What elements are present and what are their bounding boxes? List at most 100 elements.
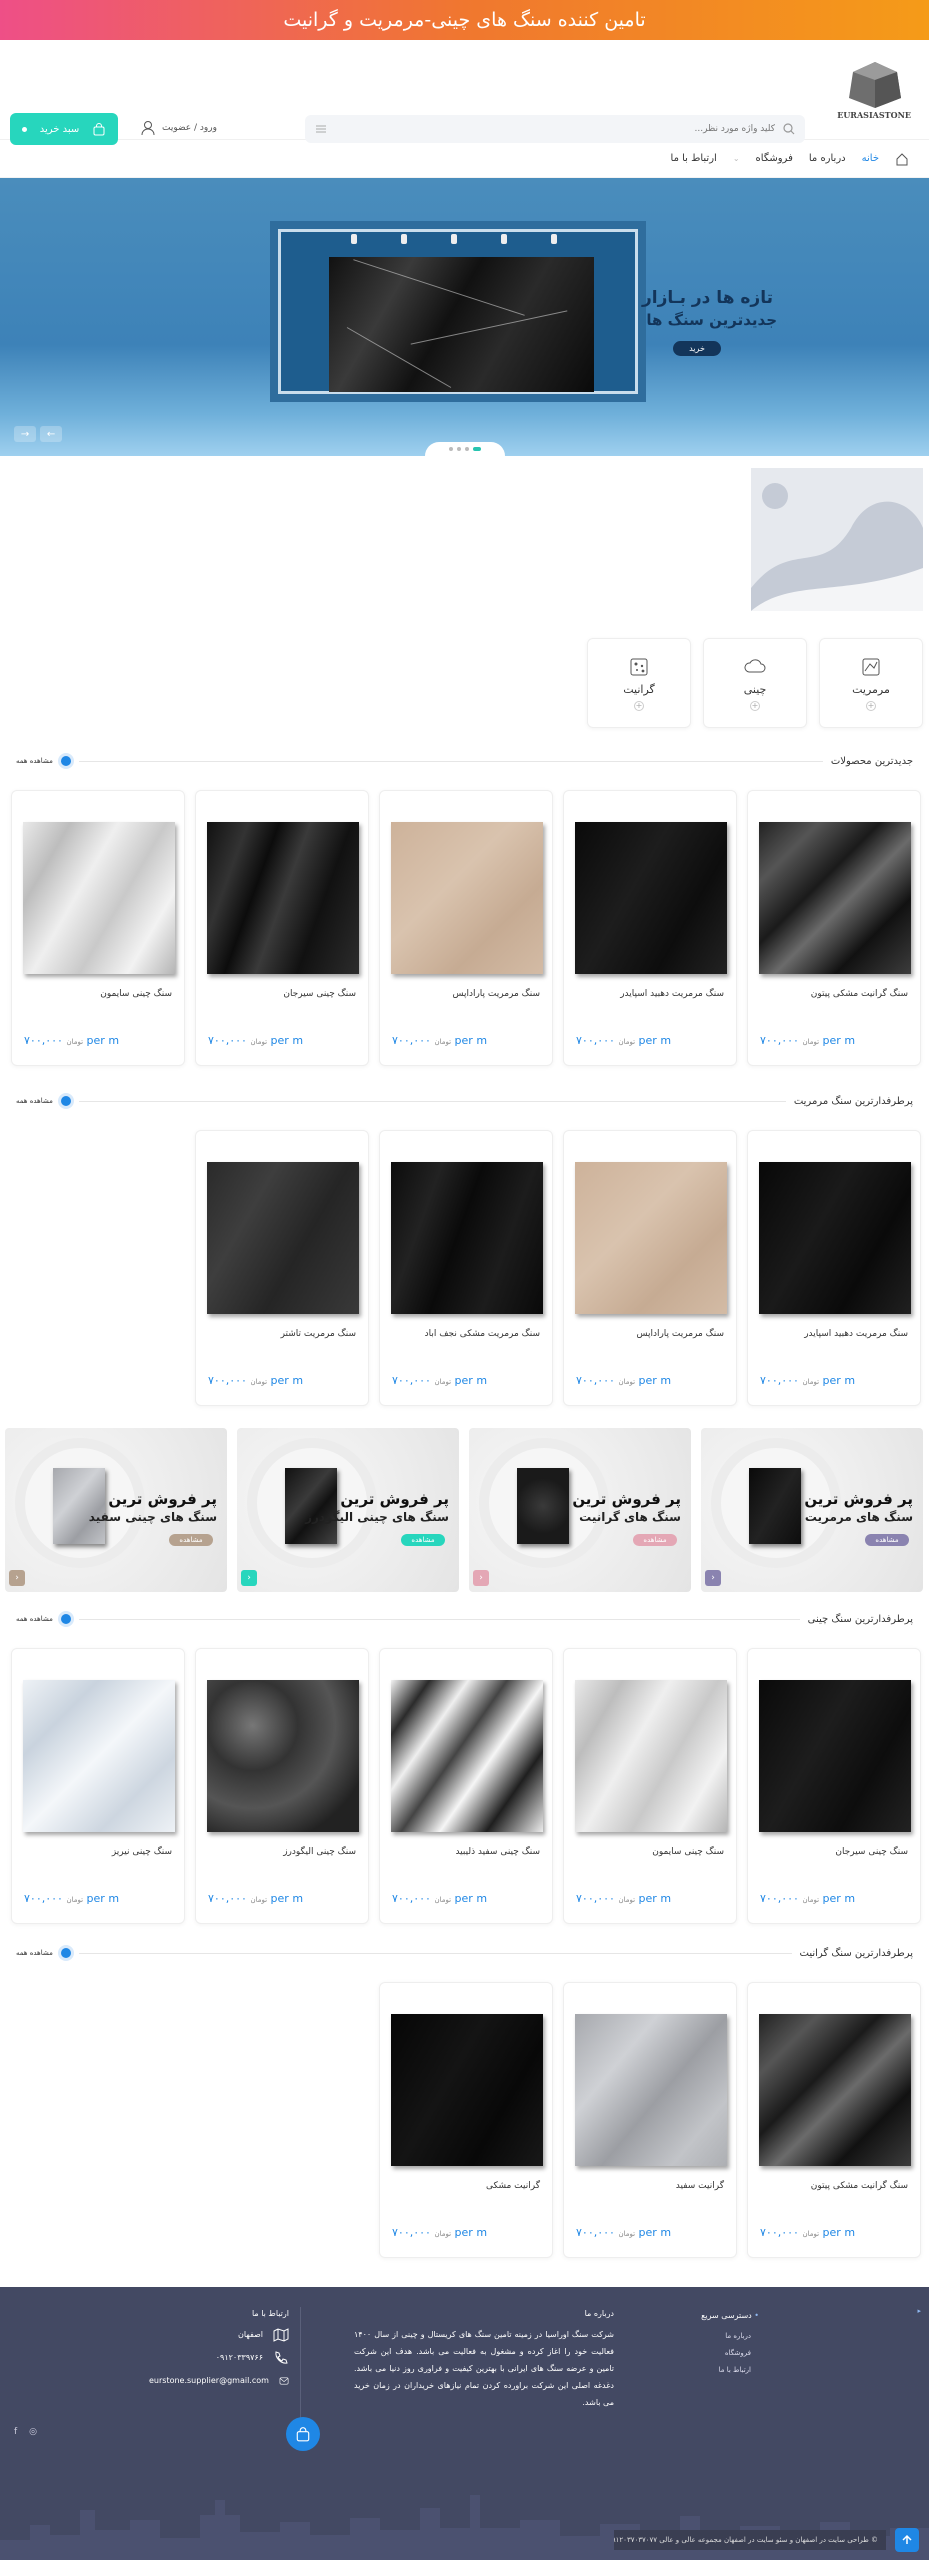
product-card[interactable]: سنگ چینی الیگودرز per m تومان ۷۰۰,۰۰۰ — [195, 1648, 369, 1924]
footer-link-shop[interactable]: فروشگاه — [701, 2345, 759, 2362]
scroll-top-button[interactable] — [895, 2528, 919, 2552]
product-image[interactable] — [207, 822, 359, 974]
filter-icon[interactable] — [315, 124, 327, 134]
product-name[interactable]: سنگ گرانیت مشکی پیتون — [811, 2181, 908, 2191]
promo-see-button[interactable]: مشاهده — [401, 1534, 445, 1546]
product-card[interactable]: سنگ چینی سایمون per m تومان ۷۰۰,۰۰۰ — [11, 790, 185, 1066]
product-name[interactable]: سنگ چینی سیرجان — [835, 1847, 908, 1857]
product-image[interactable] — [759, 2014, 911, 2166]
product-image[interactable] — [575, 2014, 727, 2166]
plus-icon[interactable]: + — [866, 700, 876, 711]
chevron-left-icon[interactable]: ‹ — [9, 1570, 25, 1586]
product-card[interactable]: سنگ گرانیت مشکی پیتون per m تومان ۷۰۰,۰۰۰ — [747, 1982, 921, 2258]
category-china[interactable]: چینی + — [703, 638, 807, 728]
product-image[interactable] — [759, 1162, 911, 1314]
promo-see-button[interactable]: مشاهده — [633, 1534, 677, 1546]
see-all-link[interactable]: مشاهده همه — [16, 1097, 53, 1105]
slide-dot[interactable] — [472, 447, 481, 451]
plus-icon[interactable]: + — [750, 700, 760, 711]
product-name[interactable]: سنگ مرمریت دهبید اسپایدر — [620, 989, 724, 999]
product-card[interactable]: سنگ مرمریت تاشتر per m تومان ۷۰۰,۰۰۰ — [195, 1130, 369, 1406]
search-icon[interactable] — [783, 123, 795, 135]
nav-contact[interactable]: ارتباط با ما — [671, 153, 717, 164]
facebook-icon[interactable]: f — [14, 2427, 17, 2437]
hero-slider[interactable]: تازه ها در بـازار جدیدترین سنگ ها خرید ←… — [0, 178, 929, 456]
product-name[interactable]: سنگ مرمریت تاشتر — [281, 1329, 356, 1339]
contact-email[interactable]: eurstone.supplier@gmail.com — [149, 2372, 289, 2389]
product-name[interactable]: سنگ مرمریت پاراداپس — [636, 1329, 724, 1339]
product-name[interactable]: سنگ گرانیت مشکی پیتون — [811, 989, 908, 999]
product-image[interactable] — [759, 1680, 911, 1832]
product-image[interactable] — [23, 822, 175, 974]
product-name[interactable]: سنگ مرمریت مشکی نجف اباد — [425, 1329, 540, 1339]
product-image[interactable] — [575, 822, 727, 974]
cart-button[interactable]: سبد خرید — [10, 113, 118, 145]
product-card[interactable]: گرانیت سفید per m تومان ۷۰۰,۰۰۰ — [563, 1982, 737, 2258]
plus-icon[interactable]: + — [634, 700, 644, 711]
product-card[interactable]: سنگ مرمریت مشکی نجف اباد per m تومان ۷۰۰,… — [379, 1130, 553, 1406]
promo-banner[interactable]: پر فروش ترین سنگ های چینی الیگودرز مشاهد… — [237, 1428, 459, 1592]
product-image[interactable] — [391, 2014, 543, 2166]
product-image[interactable] — [207, 1162, 359, 1314]
promo-banner[interactable]: پر فروش ترین سنگ های مرمریت مشاهده ‹ — [701, 1428, 923, 1592]
arrow-right-icon[interactable]: → — [14, 426, 36, 442]
promo-banner[interactable]: پر فروش ترین سنگ های چینی سفید مشاهده ‹ — [5, 1428, 227, 1592]
footer-bag-button[interactable] — [286, 2417, 320, 2451]
nav-shop-chevron-icon[interactable]: ⌄ — [733, 154, 740, 163]
product-card[interactable]: سنگ چینی سفید ذلیبید per m تومان ۷۰۰,۰۰۰ — [379, 1648, 553, 1924]
product-card[interactable]: سنگ چینی نیریز per m تومان ۷۰۰,۰۰۰ — [11, 1648, 185, 1924]
product-name[interactable]: سنگ مرمریت دهبید اسپایدر — [804, 1329, 908, 1339]
product-image[interactable] — [23, 1680, 175, 1832]
home-icon[interactable] — [895, 152, 909, 166]
contact-phone[interactable]: ۰۹۱۲۰۳۳۹۷۶۶ — [149, 2349, 289, 2366]
product-card[interactable]: سنگ چینی سیرجان per m تومان ۷۰۰,۰۰۰ — [747, 1648, 921, 1924]
chevron-left-icon[interactable]: ‹ — [241, 1570, 257, 1586]
product-card[interactable]: سنگ مرمریت دهبید اسپایدر per m تومان ۷۰۰,… — [747, 1130, 921, 1406]
category-granite[interactable]: گرانیت + — [587, 638, 691, 728]
search-box[interactable] — [305, 115, 805, 143]
product-image[interactable] — [207, 1680, 359, 1832]
product-name[interactable]: سنگ چینی نیریز — [112, 1847, 172, 1857]
site-logo[interactable]: EURASIASTONE — [837, 58, 911, 120]
product-card[interactable]: سنگ مرمریت پاراداپس per m تومان ۷۰۰,۰۰۰ — [379, 790, 553, 1066]
chevron-left-icon[interactable]: ‹ — [705, 1570, 721, 1586]
product-image[interactable] — [575, 1162, 727, 1314]
product-name[interactable]: سنگ چینی سیرجان — [283, 989, 356, 999]
search-input[interactable] — [335, 124, 775, 134]
arrow-left-icon[interactable]: ← — [40, 426, 62, 442]
product-card[interactable]: سنگ مرمریت پاراداپس per m تومان ۷۰۰,۰۰۰ — [563, 1130, 737, 1406]
product-image[interactable] — [575, 1680, 727, 1832]
see-all-link[interactable]: مشاهده همه — [16, 1615, 53, 1623]
slide-dot[interactable] — [464, 447, 469, 451]
product-image[interactable] — [759, 822, 911, 974]
product-card[interactable]: گرانیت مشکی per m تومان ۷۰۰,۰۰۰ — [379, 1982, 553, 2258]
see-all-link[interactable]: مشاهده همه — [16, 757, 53, 765]
slide-dot[interactable] — [456, 447, 461, 451]
product-card[interactable]: سنگ گرانیت مشکی پیتون per m تومان ۷۰۰,۰۰۰ — [747, 790, 921, 1066]
nav-home[interactable]: خانه — [862, 153, 879, 164]
product-name[interactable]: سنگ چینی الیگودرز — [283, 1847, 356, 1857]
nav-about[interactable]: درباره ما — [809, 153, 846, 164]
instagram-icon[interactable]: ◎ — [29, 2427, 37, 2437]
product-image[interactable] — [391, 822, 543, 974]
login-link[interactable]: ورود / عضویت — [140, 120, 217, 136]
footer-link-about[interactable]: درباره ما — [701, 2328, 759, 2345]
nav-shop[interactable]: فروشگاه — [756, 153, 793, 164]
product-name[interactable]: گرانیت مشکی — [486, 2181, 540, 2191]
promo-banner[interactable]: پر فروش ترین سنگ های گرانیت مشاهده ‹ — [469, 1428, 691, 1592]
hero-buy-button[interactable]: خرید — [673, 341, 721, 356]
product-name[interactable]: سنگ مرمریت پاراداپس — [452, 989, 540, 999]
category-marble[interactable]: مرمریت + — [819, 638, 923, 728]
see-all-link[interactable]: مشاهده همه — [16, 1949, 53, 1957]
product-name[interactable]: سنگ چینی سایمون — [100, 989, 172, 999]
product-image[interactable] — [391, 1680, 543, 1832]
product-card[interactable]: سنگ چینی سایمون per m تومان ۷۰۰,۰۰۰ — [563, 1648, 737, 1924]
slide-dot[interactable] — [448, 447, 453, 451]
product-name[interactable]: سنگ چینی سفید ذلیبید — [455, 1847, 540, 1857]
product-card[interactable]: سنگ چینی سیرجان per m تومان ۷۰۰,۰۰۰ — [195, 790, 369, 1066]
footer-link-contact[interactable]: ارتباط با ما — [701, 2362, 759, 2379]
product-name[interactable]: سنگ چینی سایمون — [652, 1847, 724, 1857]
contact-email-text[interactable]: eurstone.supplier@gmail.com — [149, 2372, 269, 2389]
chevron-left-icon[interactable]: ‹ — [473, 1570, 489, 1586]
promo-see-button[interactable]: مشاهده — [865, 1534, 909, 1546]
